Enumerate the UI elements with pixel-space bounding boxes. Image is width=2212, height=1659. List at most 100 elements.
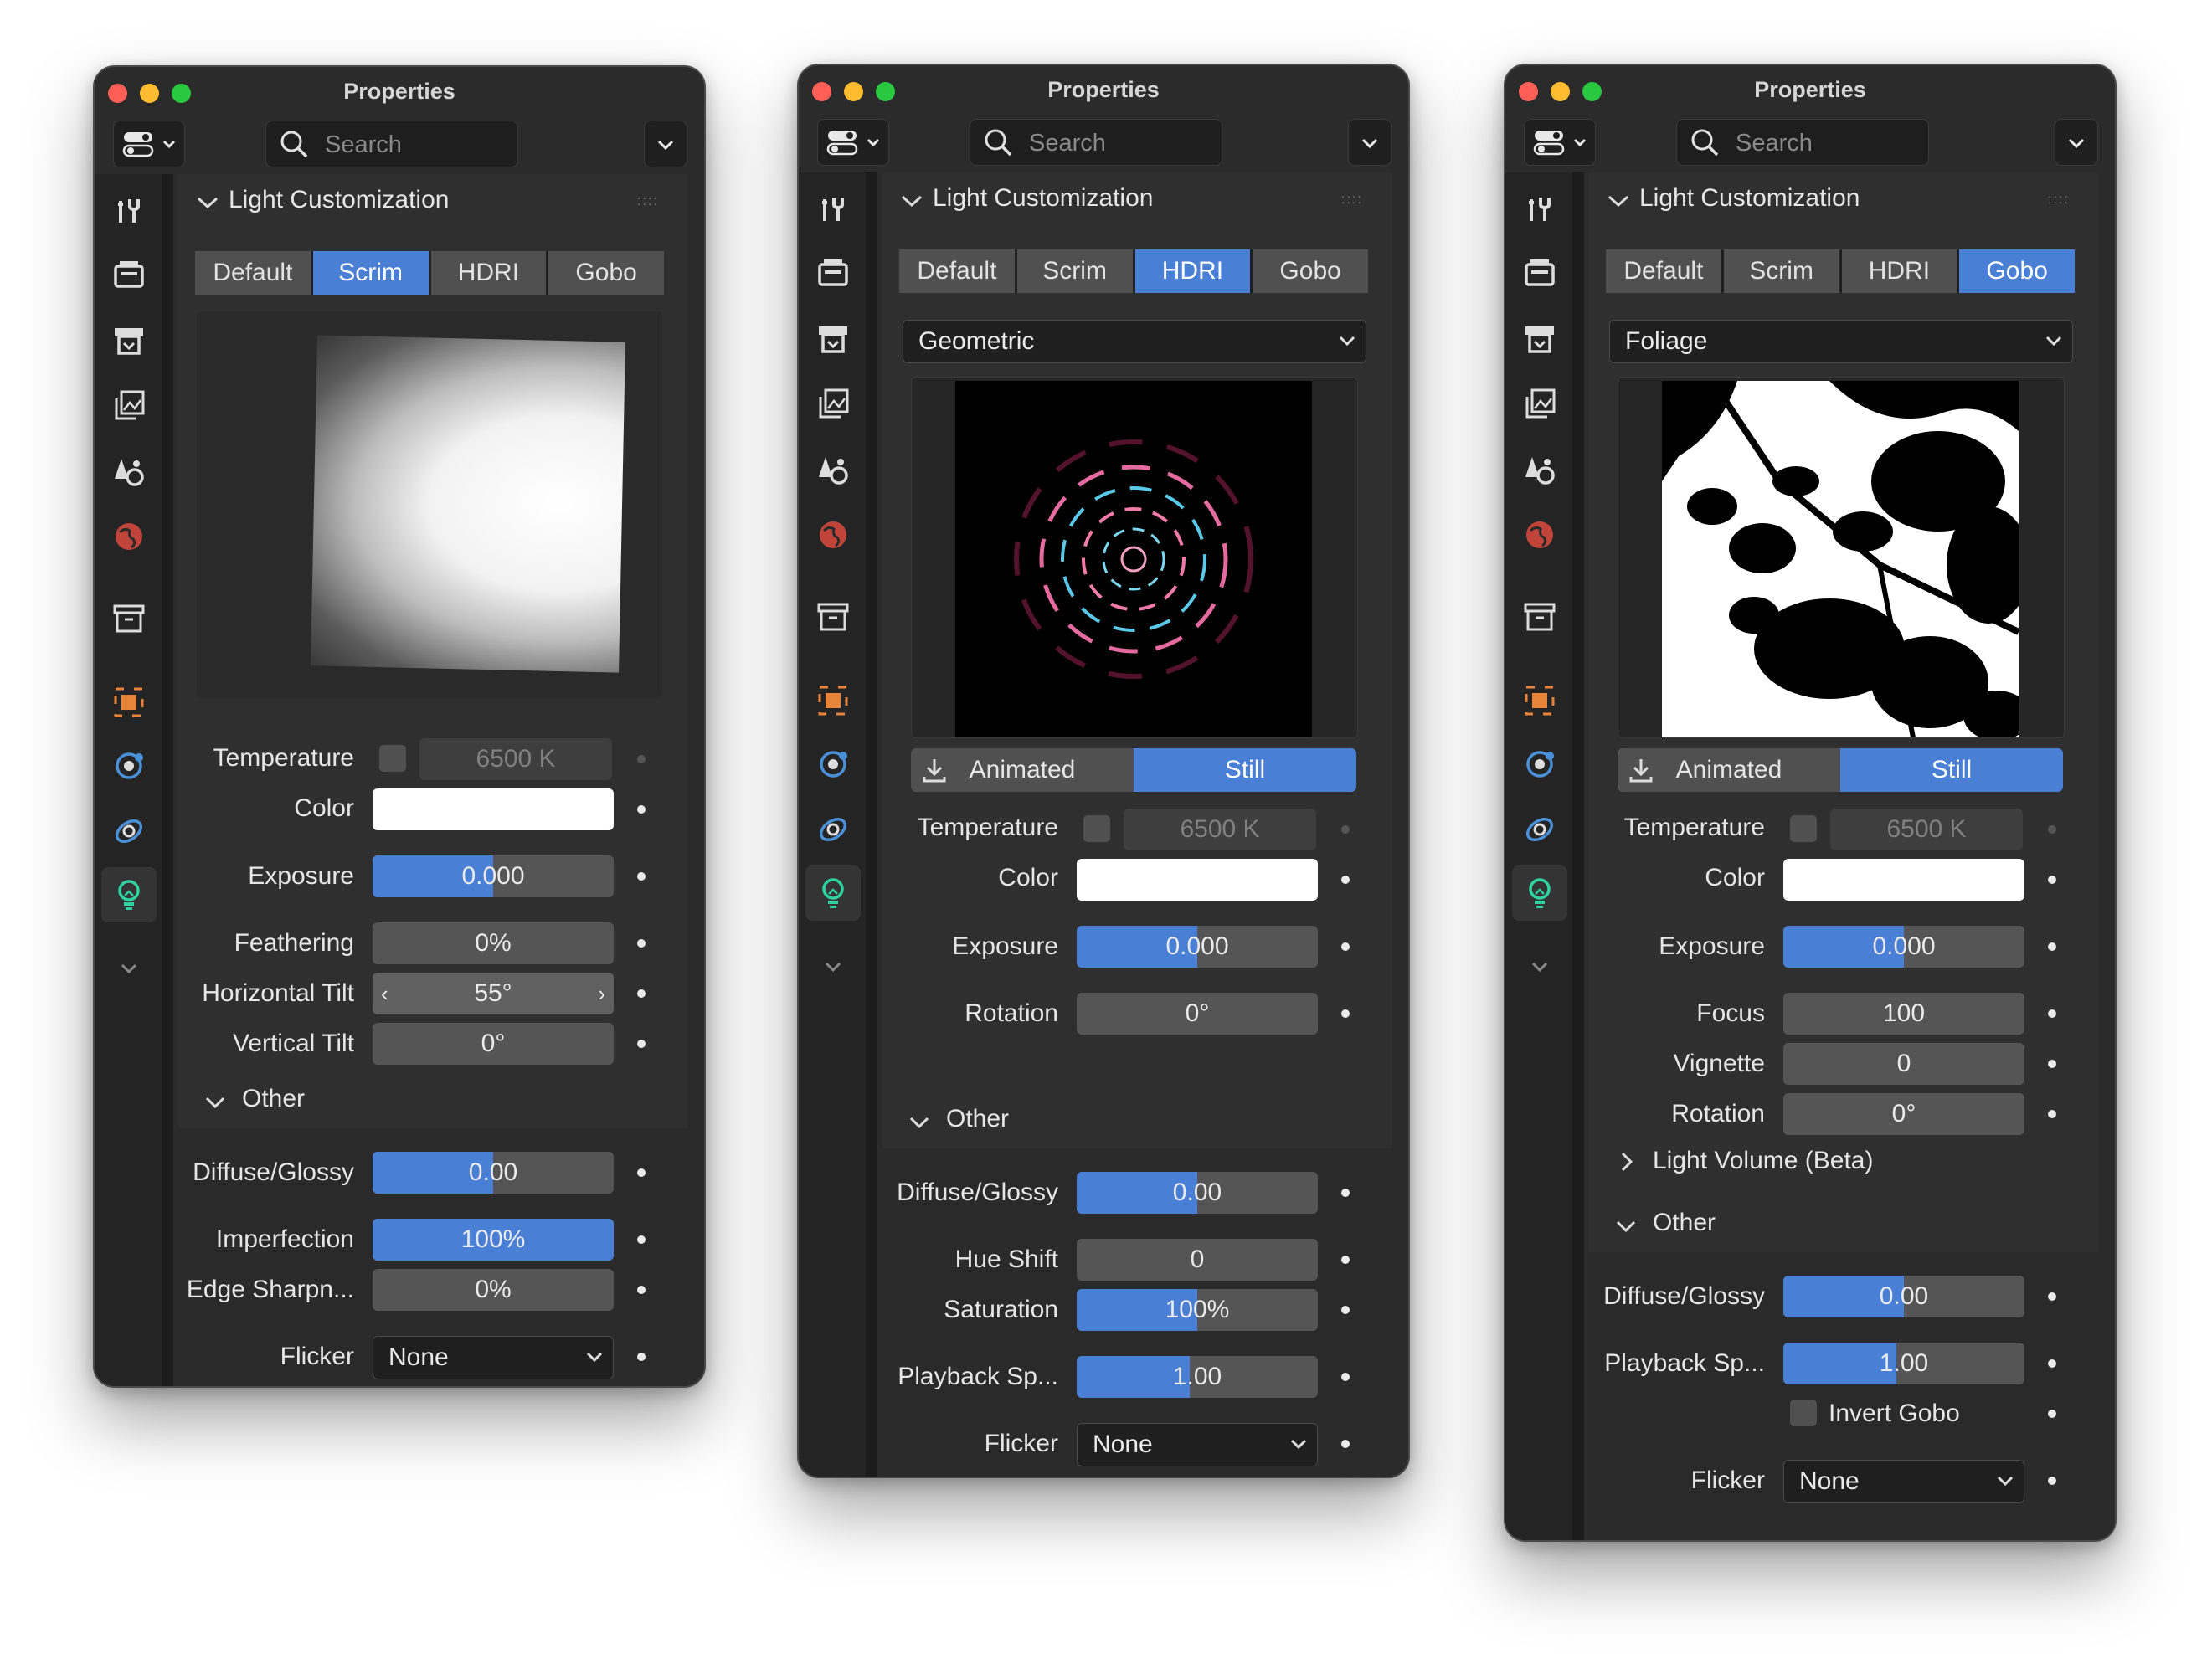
tools-icon[interactable]	[1522, 191, 1557, 226]
drag-handle[interactable]: ::::	[1341, 193, 1363, 208]
color-keyframe-dot[interactable]	[2048, 876, 2056, 884]
physics-icon[interactable]	[1522, 747, 1557, 782]
other-section-title[interactable]: Other	[946, 1105, 1009, 1133]
output-icon[interactable]	[111, 323, 147, 358]
chevron-right-icon[interactable]: ›	[598, 973, 605, 1014]
invert-gobo-checkbox[interactable]	[1790, 1400, 1817, 1426]
diffuse-glossy-slider[interactable]: 0.00	[373, 1152, 614, 1194]
flicker-dropdown[interactable]: None	[1077, 1423, 1318, 1466]
output-icon[interactable]	[815, 321, 851, 357]
collection-icon[interactable]	[1522, 599, 1557, 634]
temperature-keyframe-dot[interactable]	[2048, 825, 2056, 834]
exposure-slider[interactable]: 0.000	[373, 855, 614, 897]
minimize-button[interactable]	[844, 82, 863, 101]
temperature-checkbox[interactable]	[379, 745, 406, 772]
color-swatch[interactable]	[373, 788, 614, 830]
exposure-slider[interactable]: 0.000	[1077, 926, 1318, 968]
rotation-field[interactable]: 0°	[1783, 1093, 2024, 1135]
chevron-down-icon[interactable]	[1606, 193, 1631, 209]
options-dropdown[interactable]	[2055, 119, 2098, 166]
physics-icon[interactable]	[111, 748, 147, 783]
chevron-down-icon[interactable]	[1522, 949, 1557, 984]
drag-handle[interactable]: ::::	[637, 194, 659, 209]
vignette-field[interactable]: 0	[1783, 1043, 2024, 1085]
vertical-tilt-keyframe-dot[interactable]	[637, 1040, 646, 1048]
diffuse-glossy-keyframe-dot[interactable]	[1341, 1189, 1350, 1197]
gobo-preset-dropdown[interactable]: Foliage	[1609, 320, 2073, 363]
tab-scrim[interactable]: Scrim	[1723, 249, 1839, 293]
vertical-tilt-field[interactable]: 0°	[373, 1023, 614, 1065]
chevron-down-icon[interactable]	[908, 1115, 931, 1130]
tab-hdri[interactable]: HDRI	[1134, 249, 1251, 293]
title-bar[interactable]: Properties	[799, 65, 1408, 114]
light-volume-section-title[interactable]: Light Volume (Beta)	[1653, 1147, 1873, 1175]
light-bulb-icon[interactable]	[815, 876, 851, 911]
tab-hdri[interactable]: HDRI	[1841, 249, 1957, 293]
section-title[interactable]: Light Customization	[1639, 184, 1860, 213]
color-swatch[interactable]	[1077, 859, 1318, 901]
rotation-keyframe-dot[interactable]	[2048, 1110, 2056, 1118]
tab-scrim[interactable]: Scrim	[1016, 249, 1133, 293]
world-icon[interactable]	[111, 519, 147, 554]
playback-speed-slider[interactable]: 1.00	[1077, 1356, 1318, 1398]
chevron-down-icon[interactable]	[111, 951, 147, 986]
physics-icon[interactable]	[815, 747, 851, 782]
search-input[interactable]: Search	[1676, 119, 1929, 166]
invert-gobo-keyframe-dot[interactable]	[2048, 1410, 2056, 1418]
tab-gobo[interactable]: Gobo	[1959, 249, 2075, 293]
focus-field[interactable]: 100	[1783, 993, 2024, 1035]
diffuse-glossy-slider[interactable]: 0.00	[1077, 1172, 1318, 1214]
output-icon[interactable]	[1522, 321, 1557, 357]
still-option[interactable]: Still	[1134, 748, 1356, 792]
rotation-field[interactable]: 0°	[1077, 993, 1318, 1035]
options-dropdown[interactable]	[1348, 119, 1392, 166]
light-bulb-icon[interactable]	[1522, 876, 1557, 911]
temperature-checkbox[interactable]	[1083, 815, 1110, 842]
playback-speed-keyframe-dot[interactable]	[1341, 1373, 1350, 1381]
close-button[interactable]	[812, 82, 831, 101]
light-bulb-icon[interactable]	[111, 877, 147, 912]
drag-handle[interactable]: ::::	[2048, 193, 2070, 208]
hue-shift-keyframe-dot[interactable]	[1341, 1256, 1350, 1264]
view-switcher-button[interactable]	[113, 121, 185, 167]
close-button[interactable]	[108, 84, 127, 103]
playback-speed-keyframe-dot[interactable]	[2048, 1359, 2056, 1368]
chevron-down-icon[interactable]	[815, 949, 851, 984]
collection-icon[interactable]	[815, 599, 851, 634]
view-switcher-button[interactable]	[1524, 119, 1596, 166]
close-button[interactable]	[1519, 82, 1538, 101]
search-input[interactable]: Search	[265, 121, 518, 167]
temperature-checkbox[interactable]	[1790, 815, 1817, 842]
diffuse-glossy-keyframe-dot[interactable]	[637, 1168, 646, 1177]
diffuse-glossy-keyframe-dot[interactable]	[2048, 1292, 2056, 1301]
object-icon[interactable]	[111, 685, 147, 720]
other-section-title[interactable]: Other	[1653, 1209, 1716, 1237]
hdri-preset-dropdown[interactable]: Geometric	[903, 320, 1366, 363]
world-icon[interactable]	[1522, 517, 1557, 552]
rotation-keyframe-dot[interactable]	[1341, 1009, 1350, 1018]
render-icon[interactable]	[111, 256, 147, 291]
view-layer-icon[interactable]	[111, 388, 147, 424]
zoom-button[interactable]	[876, 82, 895, 101]
animated-option[interactable]: Animated	[911, 748, 1134, 792]
chevron-right-icon[interactable]	[1619, 1150, 1636, 1174]
object-icon[interactable]	[815, 683, 851, 718]
exposure-keyframe-dot[interactable]	[2048, 942, 2056, 951]
tools-icon[interactable]	[815, 191, 851, 226]
tab-default[interactable]: Default	[195, 251, 311, 295]
still-option[interactable]: Still	[1840, 748, 2063, 792]
scene-icon[interactable]	[111, 454, 147, 489]
chevron-down-icon[interactable]	[195, 194, 220, 211]
other-section-title[interactable]: Other	[242, 1085, 305, 1113]
flicker-keyframe-dot[interactable]	[2048, 1477, 2056, 1485]
scene-icon[interactable]	[815, 452, 851, 487]
edge-sharpness-keyframe-dot[interactable]	[637, 1286, 646, 1294]
view-layer-icon[interactable]	[815, 387, 851, 422]
minimize-button[interactable]	[1551, 82, 1570, 101]
imperfection-keyframe-dot[interactable]	[637, 1235, 646, 1244]
saturation-keyframe-dot[interactable]	[1341, 1306, 1350, 1314]
saturation-slider[interactable]: 100%	[1077, 1289, 1318, 1331]
flicker-keyframe-dot[interactable]	[1341, 1440, 1350, 1448]
tab-gobo[interactable]: Gobo	[548, 251, 664, 295]
exposure-keyframe-dot[interactable]	[1341, 942, 1350, 951]
